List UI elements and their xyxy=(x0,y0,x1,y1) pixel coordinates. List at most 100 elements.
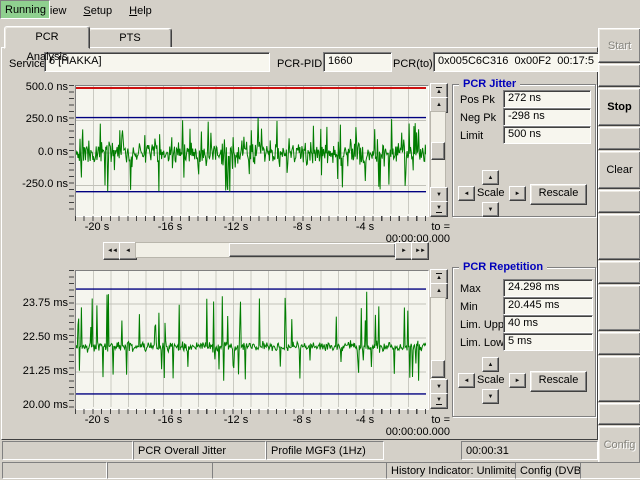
jitter-chart-canvas xyxy=(76,86,426,214)
pcr-to-field: 0x005C6C316 0x00F2 00:17:5 xyxy=(433,52,600,72)
softkey-blank-4[interactable] xyxy=(598,214,640,260)
status-config-standard: Config (DVB) xyxy=(515,462,581,479)
time-scroll-right-end-button[interactable]: ►► xyxy=(411,242,429,260)
scroll-left-end-icon: ◄◄ xyxy=(107,248,117,254)
status-elapsed-time: 00:00:31 xyxy=(461,441,598,460)
jitter-scale-left-button[interactable]: ◄ xyxy=(458,186,475,201)
scroll-left-icon: ◄ xyxy=(125,248,131,254)
scale-up-icon: ▲ xyxy=(488,362,494,368)
scale-down-icon: ▼ xyxy=(488,207,494,213)
jitter-limit-label: Limit xyxy=(460,129,483,143)
repetition-chart xyxy=(75,270,429,410)
min-field: 20.445 ms xyxy=(503,297,593,315)
jitter-scroll-thumb[interactable] xyxy=(431,142,445,160)
time-scroll-thumb[interactable] xyxy=(229,243,396,257)
rep-scroll-track[interactable] xyxy=(430,297,446,381)
pcr-pid-field[interactable]: 1660 xyxy=(323,52,392,72)
status-run-state: Running xyxy=(0,0,50,19)
scale-right-icon: ► xyxy=(515,378,521,384)
pcr-to-label: PCR(to) xyxy=(393,57,433,71)
menu-setup[interactable]: Setup xyxy=(75,2,121,20)
softkey-blank-8[interactable] xyxy=(598,356,640,402)
status-empty-1 xyxy=(2,441,133,460)
clear-button[interactable]: Clear xyxy=(598,151,640,189)
rep-scale-left-button[interactable]: ◄ xyxy=(458,373,475,388)
tab-pts-analysis[interactable]: PTS Analysis xyxy=(88,28,172,49)
rep-ytick-2375: 23.75 ms xyxy=(8,297,68,310)
softkey-blank-3[interactable] xyxy=(598,190,640,213)
pos-pk-label: Pos Pk xyxy=(460,93,495,107)
service-field[interactable]: 6 [HAKKA] xyxy=(44,52,270,72)
lim-lower-field[interactable]: 5 ms xyxy=(503,333,593,351)
jitter-ytick-500: 500.0 ns xyxy=(8,81,68,94)
lim-upper-field[interactable]: 40 ms xyxy=(503,315,593,333)
config-button[interactable]: Config xyxy=(598,426,640,464)
jitter-ytick-250: 250.0 ns xyxy=(8,113,68,126)
status-profile: Profile MGF3 (1Hz) xyxy=(266,441,384,460)
jitter-scale-up-button[interactable]: ▲ xyxy=(482,170,499,185)
pos-pk-field: 272 ns xyxy=(503,90,591,108)
softkey-blank-5[interactable] xyxy=(598,261,640,284)
repetition-chart-canvas xyxy=(76,271,426,407)
rep-y-axis-ticks xyxy=(69,270,74,408)
rep-xtick-12: -12 s xyxy=(219,414,253,426)
scroll-right-icon: ► xyxy=(401,248,407,254)
max-field: 24.298 ms xyxy=(503,279,593,297)
jitter-limit-field[interactable]: 500 ns xyxy=(503,126,591,144)
rep-rescale-button[interactable]: Rescale xyxy=(530,371,587,392)
rep-scale-down-button[interactable]: ▼ xyxy=(482,389,499,404)
max-label: Max xyxy=(460,282,481,296)
scroll-down-icon: ▼ xyxy=(436,384,442,390)
scale-down-icon: ▼ xyxy=(488,394,494,400)
scale-left-icon: ◄ xyxy=(464,378,470,384)
scale-up-icon: ▲ xyxy=(488,175,494,181)
pcr-jitter-title: PCR Jitter xyxy=(459,78,520,90)
rep-ytick-2250: 22.50 ms xyxy=(8,331,68,344)
rep-scale-label: Scale xyxy=(477,373,505,387)
status2-empty-2 xyxy=(107,462,213,479)
jitter-scale-down-button[interactable]: ▼ xyxy=(482,202,499,217)
menu-help[interactable]: Help xyxy=(121,2,161,20)
scroll-top-icon: ▲ xyxy=(436,273,442,281)
jitter-y-axis-ticks xyxy=(69,85,74,215)
min-label: Min xyxy=(460,300,478,314)
tab-pcr-analysis[interactable]: PCR Analysis xyxy=(4,26,90,49)
rep-scale-right-button[interactable]: ► xyxy=(509,373,526,388)
jitter-scale-right-button[interactable]: ► xyxy=(509,186,526,201)
status-measurement: PCR Overall Jitter xyxy=(133,441,266,460)
jitter-rescale-button[interactable]: Rescale xyxy=(530,184,587,205)
jitter-scroll-bottom-button[interactable]: ▼ xyxy=(430,201,448,217)
scroll-up-icon: ▲ xyxy=(436,102,442,108)
scale-left-icon: ◄ xyxy=(464,191,470,197)
softkey-blank-6[interactable] xyxy=(598,285,640,331)
scroll-right-end-icon: ►► xyxy=(415,248,425,254)
rep-scroll-bottom-button[interactable]: ▼ xyxy=(430,393,448,409)
stop-button[interactable]: Stop xyxy=(598,88,640,126)
jitter-xtick-8: -8 s xyxy=(288,221,316,233)
jitter-xtick-12: -12 s xyxy=(219,221,253,233)
rep-x-end-label: to = 00:00:00.000 xyxy=(372,414,450,438)
start-button[interactable]: Start xyxy=(598,28,640,63)
softkey-blank-2[interactable] xyxy=(598,127,640,150)
softkey-blank-7[interactable] xyxy=(598,332,640,355)
time-scroll-track[interactable] xyxy=(135,242,397,258)
neg-pk-field: -298 ns xyxy=(503,108,591,126)
softkey-blank-9[interactable] xyxy=(598,403,640,425)
neg-pk-label: Neg Pk xyxy=(460,111,496,125)
status-history-indicator: History Indicator: Unlimited xyxy=(386,462,516,479)
tab-strip: PCR Analysis PTS Analysis xyxy=(4,26,594,47)
scale-right-icon: ► xyxy=(515,191,521,197)
rep-xtick-16: -16 s xyxy=(153,414,187,426)
rep-scale-up-button[interactable]: ▲ xyxy=(482,357,499,372)
softkey-blank-1[interactable] xyxy=(598,64,640,87)
rep-scroll-thumb[interactable] xyxy=(431,360,445,378)
scroll-up-icon: ▲ xyxy=(436,288,442,294)
scroll-top-icon: ▲ xyxy=(436,87,442,95)
status2-empty-4 xyxy=(580,462,640,479)
jitter-xtick-20: -20 s xyxy=(80,221,114,233)
jitter-scroll-track[interactable] xyxy=(430,111,446,189)
menu-bar: File View Setup Help xyxy=(0,0,640,22)
jitter-ytick-n250: -250.0 ns xyxy=(8,178,68,191)
rep-xtick-20: -20 s xyxy=(80,414,114,426)
pcr-pid-label: PCR-PID xyxy=(277,57,322,71)
